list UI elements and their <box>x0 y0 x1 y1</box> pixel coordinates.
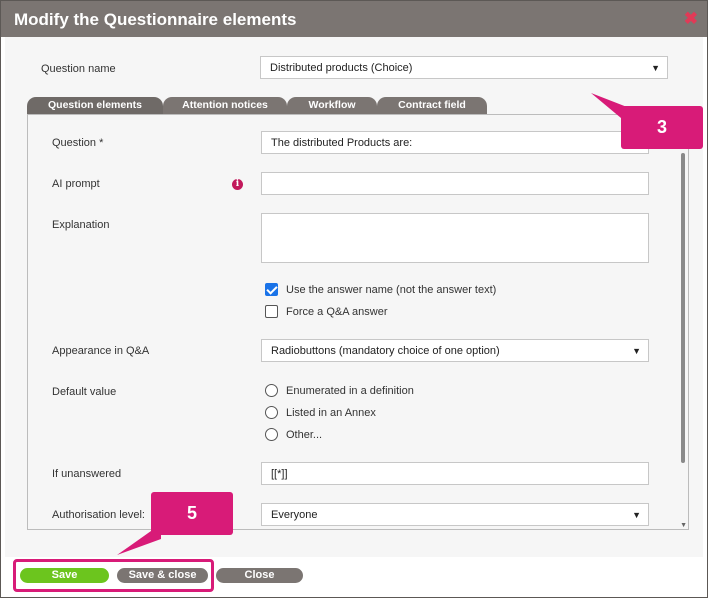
tab-workflow[interactable]: Workflow <box>287 97 377 114</box>
dialog-titlebar: Modify the Questionnaire elements ✖ <box>1 1 707 37</box>
panel-scrollbar[interactable]: ▼ <box>678 115 688 529</box>
chevron-down-icon: ▼ <box>651 63 660 73</box>
save-close-button[interactable]: Save & close <box>117 568 208 583</box>
radio-enumerated[interactable] <box>265 384 278 397</box>
authorisation-select[interactable]: Everyone ▼ <box>261 503 649 526</box>
callout-3: 3 <box>621 106 703 149</box>
question-name-select[interactable]: Distributed products (Choice) ▼ <box>260 56 668 79</box>
default-value-label: Default value <box>52 386 117 398</box>
appearance-label: Appearance in Q&A <box>52 345 150 357</box>
appearance-select[interactable]: Radiobuttons (mandatory choice of one op… <box>261 339 649 362</box>
if-unanswered-input[interactable]: [[*]] <box>261 462 649 485</box>
footer-buttons: Save Save & close Close <box>20 568 310 583</box>
use-answer-name-label: Use the answer name (not the answer text… <box>286 284 497 296</box>
authorisation-label: Authorisation level: <box>52 509 145 521</box>
tab-attention-notices[interactable]: Attention notices <box>163 97 287 114</box>
if-unanswered-label: If unanswered <box>52 468 122 480</box>
force-qa-checkbox[interactable] <box>265 305 278 318</box>
close-button[interactable]: Close <box>216 568 303 583</box>
questionnaire-dialog: Modify the Questionnaire elements ✖ Ques… <box>0 0 708 598</box>
ai-prompt-label: AI prompt <box>52 178 100 190</box>
scroll-down-icon[interactable]: ▼ <box>680 522 687 529</box>
radio-enumerated-label: Enumerated in a definition <box>286 385 414 397</box>
info-icon[interactable]: i <box>232 179 243 190</box>
radio-other-label: Other... <box>286 429 323 441</box>
tab-contract-field[interactable]: Contract field <box>377 97 487 114</box>
question-name-value: Distributed products (Choice) <box>270 62 413 74</box>
ai-prompt-input[interactable] <box>261 172 649 195</box>
chevron-down-icon: ▼ <box>632 510 641 520</box>
callout-5: 5 <box>151 492 233 535</box>
explanation-label: Explanation <box>52 219 110 231</box>
question-label: Question * <box>52 137 104 149</box>
radio-annex-label: Listed in an Annex <box>286 407 376 419</box>
scrollbar-thumb[interactable] <box>681 153 685 463</box>
use-answer-name-checkbox[interactable] <box>265 283 278 296</box>
radio-annex[interactable] <box>265 406 278 419</box>
force-qa-label: Force a Q&A answer <box>286 306 388 318</box>
close-icon[interactable]: ✖ <box>684 10 698 27</box>
radio-other[interactable] <box>265 428 278 441</box>
dialog-title: Modify the Questionnaire elements <box>14 10 297 29</box>
save-button[interactable]: Save <box>20 568 109 583</box>
question-name-label: Question name <box>41 63 116 75</box>
authorisation-value: Everyone <box>271 509 318 521</box>
question-elements-panel: Question * The distributed Products are:… <box>27 114 689 530</box>
chevron-down-icon: ▼ <box>632 346 641 356</box>
appearance-value: Radiobuttons (mandatory choice of one op… <box>271 345 500 357</box>
tab-question-elements[interactable]: Question elements <box>27 97 163 114</box>
explanation-textarea[interactable] <box>261 213 649 263</box>
question-input[interactable]: The distributed Products are: <box>261 131 649 154</box>
